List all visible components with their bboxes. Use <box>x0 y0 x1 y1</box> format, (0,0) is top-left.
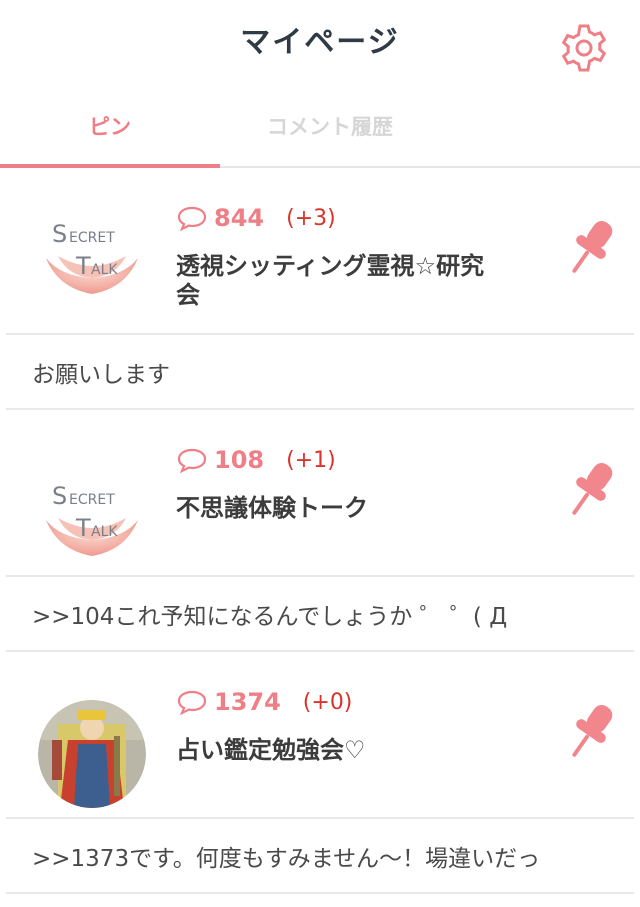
pin-icon[interactable] <box>564 696 618 766</box>
pin-icon[interactable] <box>564 212 618 282</box>
comment-count: 844 <box>214 204 265 232</box>
tab-bar: ピン コメント履歴 <box>0 86 640 168</box>
pin-icon[interactable] <box>564 454 618 524</box>
latest-comment: >>104これ予知になるんでしょうか ゜ ゜( Д <box>32 603 508 630</box>
logo-alk: ALK <box>91 262 118 278</box>
header: マイページ <box>0 0 640 86</box>
comment-delta: (+3) <box>286 205 336 231</box>
logo-t: T <box>75 514 91 542</box>
logo-ecret: ECRET <box>69 230 115 246</box>
thread-name[interactable]: 占い鑑定勉強会♡ <box>176 736 506 765</box>
logo-ecret: ECRET <box>69 492 115 508</box>
tab-pin[interactable]: ピン <box>0 86 220 166</box>
secret-talk-logo: S ECRET T ALK <box>46 220 138 294</box>
page-title: マイページ <box>240 25 400 60</box>
comment-delta: (+0) <box>302 689 353 715</box>
thread-name[interactable]: 透視シッティング霊視☆研究会 <box>176 252 506 310</box>
latest-comment: お願いします <box>32 361 170 388</box>
comment-stats: 1374 (+0) <box>176 688 352 716</box>
comment-bubble-icon <box>177 448 207 473</box>
latest-comment: >>1373です。何度もすみません〜！場違いだっ <box>32 845 541 872</box>
tarot-card-avatar <box>38 700 146 808</box>
list-item[interactable]: S ECRET T ALK 844 (+3) 透視シッティング霊視☆研究会 お願… <box>6 168 634 410</box>
logo-s: S <box>52 482 67 510</box>
logo-s: S <box>52 220 67 248</box>
comment-count: 108 <box>214 446 265 474</box>
comment-stats: 844 (+3) <box>176 204 336 232</box>
logo-alk: ALK <box>91 524 118 540</box>
list-item[interactable]: S ECRET T ALK 108 (+1) 不思議体験トーク >>104これ予… <box>6 410 634 652</box>
thread-name[interactable]: 不思議体験トーク <box>176 494 506 523</box>
list-item[interactable]: 1374 (+0) 占い鑑定勉強会♡ >>1373です。何度もすみません〜！場違… <box>6 652 634 894</box>
comment-stats: 108 (+1) <box>176 446 336 474</box>
comment-bubble-icon <box>177 690 207 715</box>
secret-talk-logo: S ECRET T ALK <box>46 482 138 556</box>
logo-t: T <box>75 252 91 280</box>
comment-bubble-icon <box>177 206 207 231</box>
comment-delta: (+1) <box>286 447 336 473</box>
comment-count: 1374 <box>214 688 281 716</box>
gear-icon[interactable] <box>558 22 610 74</box>
tab-comment-history[interactable]: コメント履歴 <box>220 86 440 166</box>
